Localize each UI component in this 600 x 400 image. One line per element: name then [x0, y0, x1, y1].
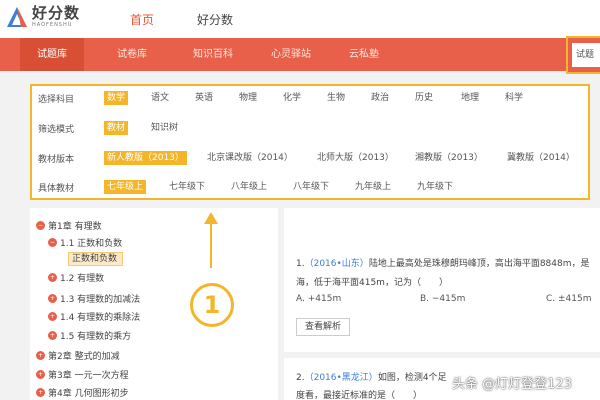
question-2-line-1: 2.（2016•黑龙江）如图，检测4个足 — [296, 370, 447, 383]
logo-subtitle: HAOFENSHU — [32, 22, 73, 28]
question-1-line-2: 海，低于海平面415m，记为（ ） — [296, 278, 448, 288]
plus-icon: + — [36, 370, 45, 379]
filter-label: 筛选模式 — [38, 125, 75, 135]
tree-item-selected[interactable]: 正数和负数 — [68, 252, 123, 266]
filter-option[interactable]: 九年级下 — [414, 180, 456, 194]
tree-item[interactable]: + 1.4 有理数的乘除法 — [48, 310, 140, 323]
filter-label: 教材版本 — [38, 155, 75, 165]
tree-item[interactable]: + 1.3 有理数的加减法 — [48, 292, 140, 305]
tree-item[interactable]: − 第1章 有理数 — [36, 219, 102, 232]
filter-option[interactable]: 科学 — [502, 91, 526, 105]
main-nav-mind[interactable]: 心灵驿站 — [258, 38, 324, 71]
question-number: 1. — [296, 259, 305, 269]
logo-name: 好分数 — [32, 4, 81, 22]
question-text: 陆地上最高处是珠穆朗玛峰顶，高出海平面8848m，是 — [368, 259, 590, 269]
main-nav: 试题库 试卷库 知识百科 心灵驿站 云私塾 — [0, 38, 600, 71]
tree-item[interactable]: + 1.5 有理数的乘方 — [48, 329, 131, 342]
tree-item[interactable]: + 第4章 几何图形初步 — [36, 386, 129, 399]
logo[interactable]: 好分数 HAOFENSHU — [6, 5, 80, 28]
filter-label: 具体教材 — [38, 184, 75, 194]
filter-option[interactable]: 政治 — [368, 91, 392, 105]
question-number: 2. — [296, 373, 305, 383]
question-option[interactable]: A. +415m — [296, 294, 341, 304]
main-nav-cloud-school[interactable]: 云私塾 — [336, 38, 392, 71]
tree-item[interactable]: + 1.2 有理数 — [48, 271, 104, 284]
question-2-line-2: 度看，最接近标准的是（ ） — [296, 391, 423, 400]
minus-icon: − — [36, 221, 45, 230]
tree-item-label: 1.5 有理数的乘方 — [60, 332, 132, 342]
question-source-link[interactable]: （2016•黑龙江） — [305, 373, 378, 383]
filter-option[interactable]: 教材 — [104, 121, 129, 135]
filter-label: 选择科目 — [38, 95, 75, 105]
tree-item-label: 1.3 有理数的加减法 — [60, 295, 141, 305]
plus-icon: + — [48, 312, 57, 321]
search-input[interactable]: 试题 — [572, 43, 600, 67]
nav-home[interactable]: 首页 — [130, 11, 154, 28]
tree-item-label: 1.4 有理数的乘除法 — [60, 313, 141, 323]
tree-item-label: 第3章 一元一次方程 — [48, 371, 129, 381]
filter-option[interactable]: 物理 — [236, 91, 260, 105]
logo-icon — [6, 6, 28, 28]
plus-icon: + — [36, 388, 45, 397]
filter-option[interactable]: 北京课改版（2014） — [204, 151, 296, 165]
tree-item[interactable]: + 第3章 一元一次方程 — [36, 368, 129, 381]
tree-item[interactable]: + 第2章 整式的加减 — [36, 349, 120, 362]
filter-option[interactable]: 知识树 — [148, 121, 181, 135]
question-list: 1.（2016•山东）陆地上最高处是珠穆朗玛峰顶，高出海平面8848m，是 海，… — [284, 208, 600, 400]
callout-line — [210, 222, 212, 268]
tree-item[interactable]: − 1.1 正数和负数 — [48, 236, 122, 249]
filter-row-edition: 教材版本 新人教版（2013） 北京课改版（2014） 北师大版（2013） 湘… — [32, 146, 588, 170]
filter-option[interactable]: 八年级下 — [290, 180, 332, 194]
minus-icon: − — [48, 238, 57, 247]
tree-item-label: 第4章 几何图形初步 — [48, 389, 129, 399]
question-1-line-1: 1.（2016•山东）陆地上最高处是珠穆朗玛峰顶，高出海平面8848m，是 — [296, 256, 590, 269]
filter-option[interactable]: 地理 — [458, 91, 482, 105]
filter-row-textbook: 具体教材 七年级上 七年级下 八年级上 八年级下 九年级上 九年级下 — [32, 175, 588, 199]
filter-panel: 选择科目 数学 语文 英语 物理 化学 生物 政治 历史 地理 科学 筛选模式 … — [30, 84, 590, 200]
view-analysis-button[interactable]: 查看解析 — [296, 318, 350, 336]
main-nav-paper-bank[interactable]: 试卷库 — [104, 38, 160, 71]
divider — [284, 352, 600, 358]
filter-option[interactable]: 七年级上 — [104, 180, 147, 194]
tree-item-label: 1.1 正数和负数 — [60, 239, 123, 249]
filter-option[interactable]: 北师大版（2013） — [314, 151, 397, 165]
top-bar: 好分数 HAOFENSHU 首页 好分数 — [0, 0, 600, 38]
tree-item-label: 第1章 有理数 — [48, 222, 102, 232]
filter-option[interactable]: 八年级上 — [228, 180, 270, 194]
callout-number-badge: 1 — [190, 283, 234, 327]
filter-option[interactable]: 历史 — [412, 91, 436, 105]
filter-option[interactable]: 冀教版（2014） — [504, 151, 578, 165]
plus-icon: + — [36, 351, 45, 360]
question-source-link[interactable]: （2016•山东） — [305, 259, 369, 269]
filter-row-subject: 选择科目 数学 语文 英语 物理 化学 生物 政治 历史 地理 科学 — [32, 86, 588, 110]
question-option[interactable]: C. ±415m — [546, 294, 592, 304]
main-nav-knowledge[interactable]: 知识百科 — [180, 38, 246, 71]
filter-row-mode: 筛选模式 教材 知识树 — [32, 116, 588, 140]
nav-haofenshu[interactable]: 好分数 — [197, 11, 233, 28]
watermark: 头条 @灯灯登登123 — [452, 377, 572, 392]
filter-option[interactable]: 生物 — [324, 91, 348, 105]
filter-option[interactable]: 九年级上 — [352, 180, 394, 194]
question-text: 如图，检测4个足 — [377, 373, 447, 383]
tree-item-label: 第2章 整式的加减 — [48, 352, 120, 362]
tree-item-label: 1.2 有理数 — [60, 274, 105, 284]
filter-option[interactable]: 湘教版（2013） — [412, 151, 486, 165]
plus-icon: + — [48, 294, 57, 303]
filter-option[interactable]: 数学 — [104, 91, 129, 105]
plus-icon: + — [48, 331, 57, 340]
search-highlight-box: 试题 — [566, 36, 600, 74]
main-nav-question-bank[interactable]: 试题库 — [20, 38, 84, 71]
filter-option[interactable]: 新人教版（2013） — [104, 151, 187, 165]
question-option[interactable]: B. −415m — [420, 294, 465, 304]
plus-icon: + — [48, 273, 57, 282]
filter-option[interactable]: 化学 — [280, 91, 304, 105]
filter-option[interactable]: 英语 — [192, 91, 216, 105]
filter-option[interactable]: 语文 — [148, 91, 172, 105]
filter-option[interactable]: 七年级下 — [166, 180, 208, 194]
